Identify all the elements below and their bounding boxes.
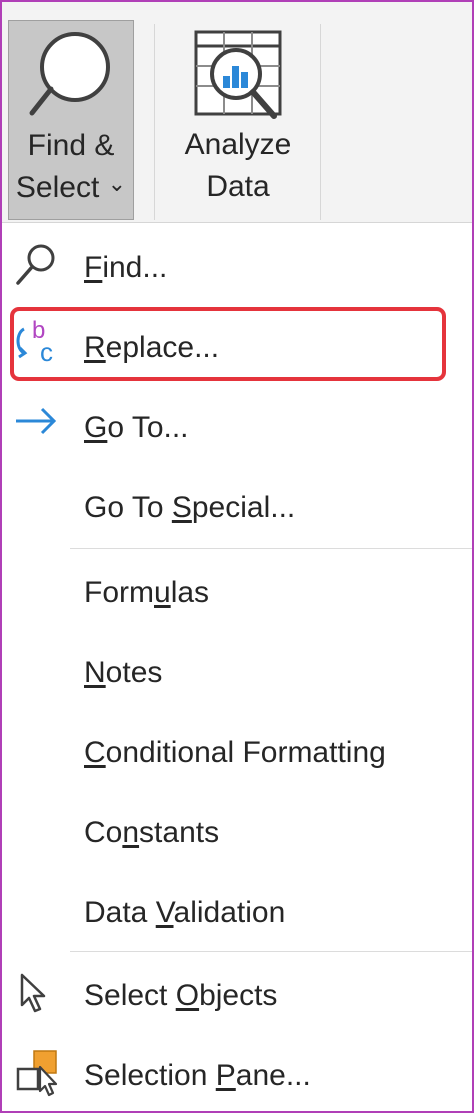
analyze-data-button[interactable]: Analyze Data	[170, 20, 306, 220]
magnifier-large-icon	[29, 32, 110, 116]
find-select-dropdown-menu: Find... b c Replace... Go To... Go To Sp…	[2, 224, 472, 1111]
menu-item-data-validation[interactable]: Data Validation	[2, 872, 472, 952]
menu-item-label: Selection Pane...	[84, 1059, 311, 1092]
menu-item-constants[interactable]: Constants	[2, 792, 472, 872]
ribbon-separator	[320, 24, 321, 220]
menu-item-label: Notes	[84, 656, 163, 689]
menu-item-label: Go To Special...	[84, 491, 296, 524]
menu-item-notes[interactable]: Notes	[2, 632, 472, 712]
menu-item-label: Replace...	[84, 331, 220, 364]
find-select-button[interactable]: Find & Select ⌄	[8, 20, 134, 220]
menu-item-selection-pane[interactable]: Selection Pane...	[2, 1035, 472, 1111]
ribbon-separator	[154, 24, 155, 220]
menu-separator	[70, 548, 472, 549]
chevron-down-icon: ⌄	[107, 171, 127, 196]
menu-separator	[70, 951, 472, 952]
magnifier-icon	[16, 244, 55, 285]
analyze-data-icon	[194, 30, 282, 119]
menu-item-label: Conditional Formatting	[84, 736, 386, 769]
menu-item-goto[interactable]: Go To...	[2, 387, 472, 467]
analyze-data-label-line1: Analyze	[184, 128, 292, 161]
selection-pane-icon	[16, 1050, 58, 1097]
arrow-right-icon	[16, 407, 57, 435]
menu-item-label: Go To...	[84, 411, 189, 444]
menu-item-formulas[interactable]: Formulas	[2, 552, 472, 632]
menu-item-goto-special[interactable]: Go To Special...	[2, 467, 472, 547]
menu-item-select-objects[interactable]: Select Objects	[2, 955, 472, 1035]
cursor-arrow-icon	[20, 973, 46, 1013]
find-select-label-line2: Select ⌄	[15, 171, 127, 204]
menu-item-label: Select Objects	[84, 979, 278, 1012]
menu-item-replace[interactable]: b c Replace...	[2, 307, 472, 387]
menu-item-find[interactable]: Find...	[2, 227, 472, 307]
app-frame: Find & Select ⌄ Analyze Data Find... b c…	[0, 0, 474, 1113]
analyze-data-label-line2: Data	[206, 170, 270, 203]
ribbon-group-editing: Find & Select ⌄ Analyze Data	[2, 2, 472, 223]
menu-item-conditional-formatting[interactable]: Conditional Formatting	[2, 712, 472, 792]
replace-icon-letter-c: c	[40, 337, 53, 367]
menu-item-label: Find...	[84, 251, 168, 284]
menu-item-label: Constants	[84, 816, 220, 849]
menu-item-label: Data Validation	[84, 896, 286, 929]
menu-item-label: Formulas	[84, 576, 210, 609]
find-select-label-line1: Find &	[27, 129, 115, 162]
